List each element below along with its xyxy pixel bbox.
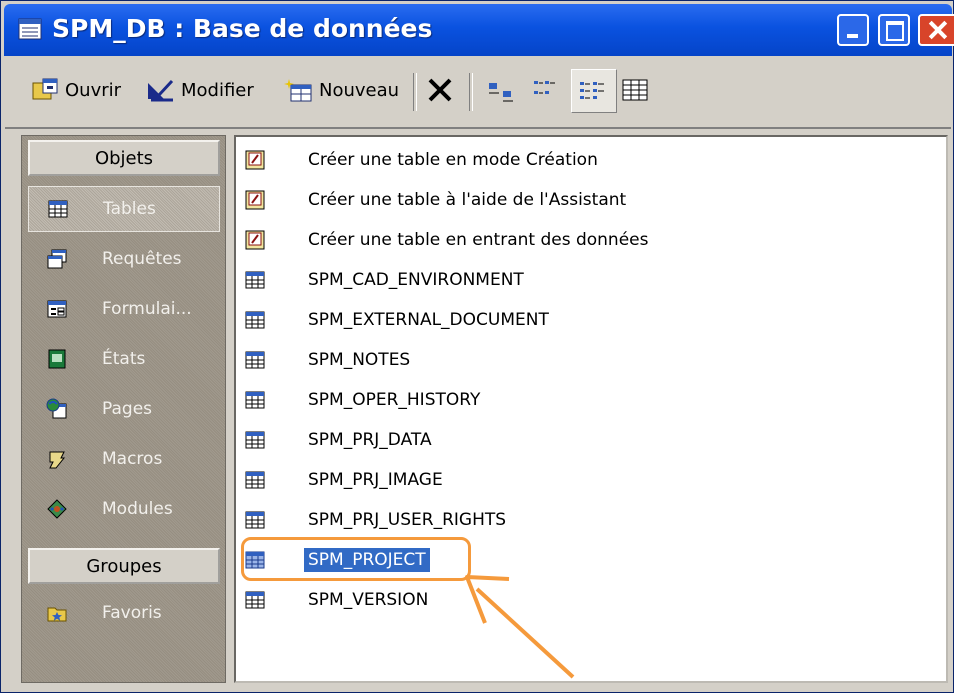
- sidebar-item-queries[interactable]: Requêtes: [28, 236, 220, 282]
- table-icon: [245, 271, 265, 289]
- table-icon: [245, 311, 265, 329]
- small-icons-button[interactable]: [531, 69, 563, 111]
- open-icon: [32, 78, 58, 100]
- open-label: Ouvrir: [65, 79, 122, 101]
- open-button[interactable]: Ouvrir: [31, 69, 121, 111]
- window-title: SPM_DB : Base de données: [52, 14, 433, 43]
- list-item-label: SPM_PRJ_IMAGE: [308, 470, 443, 490]
- sidebar-item-label: États: [102, 349, 146, 369]
- list-item-label: Créer une table en mode Création: [308, 150, 598, 170]
- table-icon: [245, 351, 265, 369]
- annotation-highlight-box: [241, 537, 471, 581]
- module-icon: [47, 499, 67, 519]
- list-item[interactable]: Créer une table en entrant des données: [244, 223, 652, 257]
- details-view-button[interactable]: [621, 69, 653, 111]
- sidebar-item-pages[interactable]: Pages: [28, 386, 220, 432]
- sidebar-item-label: Pages: [102, 399, 153, 419]
- list-item-label: Créer une table en entrant des données: [308, 230, 649, 250]
- toolbar-separator: [413, 73, 417, 111]
- groups-header-button[interactable]: Groupes: [28, 548, 220, 584]
- small-icons-icon: [534, 81, 555, 94]
- list-item-label: SPM_CAD_ENVIRONMENT: [308, 270, 524, 290]
- sidebar-item-reports[interactable]: États: [28, 336, 220, 382]
- modify-label: Modifier: [181, 79, 254, 101]
- new-button[interactable]: Nouveau: [283, 69, 399, 111]
- details-view-icon: [622, 79, 648, 101]
- object-list: Créer une table en mode Création Créer u…: [234, 135, 948, 683]
- list-item-label: SPM_EXTERNAL_DOCUMENT: [308, 310, 549, 330]
- sidebar-item-label: Favoris: [102, 603, 162, 623]
- sidebar-item-tables[interactable]: Tables: [28, 186, 220, 232]
- list-item-label: SPM_PRJ_USER_RIGHTS: [308, 510, 507, 530]
- query-icon: [47, 249, 67, 269]
- wizard-icon: [245, 150, 265, 170]
- wizard-icon: [245, 190, 265, 210]
- table-icon: [245, 391, 265, 409]
- new-table-icon: [284, 79, 312, 102]
- delete-button[interactable]: [425, 69, 459, 111]
- list-item-label: Créer une table à l'aide de l'Assistant: [308, 190, 627, 210]
- page-icon: [46, 398, 67, 419]
- close-button[interactable]: [918, 14, 954, 46]
- title-bar[interactable]: SPM_DB : Base de données: [4, 4, 954, 56]
- sidebar-item-forms[interactable]: Formulai...: [28, 286, 220, 332]
- database-window-icon: [18, 18, 42, 40]
- form-icon: [47, 300, 67, 318]
- minimize-button[interactable]: [837, 14, 869, 46]
- large-icons-button[interactable]: [487, 69, 519, 111]
- modify-button[interactable]: Modifier: [145, 69, 254, 111]
- list-item[interactable]: SPM_EXTERNAL_DOCUMENT: [244, 303, 553, 337]
- list-item[interactable]: Créer une table à l'aide de l'Assistant: [244, 183, 630, 217]
- report-icon: [48, 349, 66, 369]
- favorites-folder-icon: [47, 607, 67, 622]
- list-item[interactable]: SPM_CAD_ENVIRONMENT: [244, 263, 528, 297]
- database-window: SPM_DB : Base de données Ouvrir Modifier: [0, 0, 954, 693]
- design-ruler-icon: [148, 79, 174, 102]
- sidebar-item-label: Requêtes: [102, 249, 182, 269]
- delete-x-icon: [428, 78, 452, 102]
- list-item[interactable]: SPM_PRJ_IMAGE: [244, 463, 447, 497]
- table-icon: [48, 200, 68, 218]
- sidebar-item-modules[interactable]: Modules: [28, 486, 220, 532]
- list-item-label: SPM_NOTES: [308, 350, 411, 370]
- list-item-label: SPM_PRJ_DATA: [308, 430, 432, 450]
- sidebar-item-label: Formulai...: [102, 299, 192, 319]
- table-icon: [245, 471, 265, 489]
- sidebar-item-macros[interactable]: Macros: [28, 436, 220, 482]
- new-label: Nouveau: [319, 79, 400, 101]
- toolbar: Ouvrir Modifier Nouveau: [5, 61, 951, 129]
- sidebar-item-favorites[interactable]: Favoris: [28, 590, 220, 636]
- large-icons-icon: [489, 83, 513, 102]
- macro-icon: [49, 451, 66, 469]
- sidebar-item-label: Tables: [103, 199, 156, 219]
- sidebar-item-label: Macros: [102, 449, 163, 469]
- table-icon: [245, 431, 265, 449]
- list-item[interactable]: SPM_VERSION: [244, 583, 432, 617]
- table-icon: [245, 591, 265, 609]
- toolbar-separator: [469, 73, 473, 111]
- list-item[interactable]: Créer une table en mode Création: [244, 143, 602, 177]
- objects-header-button[interactable]: Objets: [28, 140, 220, 176]
- list-item[interactable]: SPM_PRJ_USER_RIGHTS: [244, 503, 510, 537]
- table-icon: [245, 511, 265, 529]
- list-item[interactable]: SPM_PRJ_DATA: [244, 423, 436, 457]
- list-item-label: SPM_OPER_HISTORY: [308, 390, 481, 410]
- sidebar-item-label: Modules: [102, 499, 173, 519]
- list-view-icon: [580, 82, 604, 99]
- list-item[interactable]: SPM_NOTES: [244, 343, 414, 377]
- list-view-button[interactable]: [571, 69, 617, 113]
- list-item-label: SPM_VERSION: [308, 590, 429, 610]
- objects-bar: Objets Tables Requêtes Formulai... États…: [21, 135, 226, 683]
- wizard-icon: [245, 230, 265, 250]
- list-item[interactable]: SPM_OPER_HISTORY: [244, 383, 484, 417]
- maximize-button[interactable]: [878, 14, 910, 46]
